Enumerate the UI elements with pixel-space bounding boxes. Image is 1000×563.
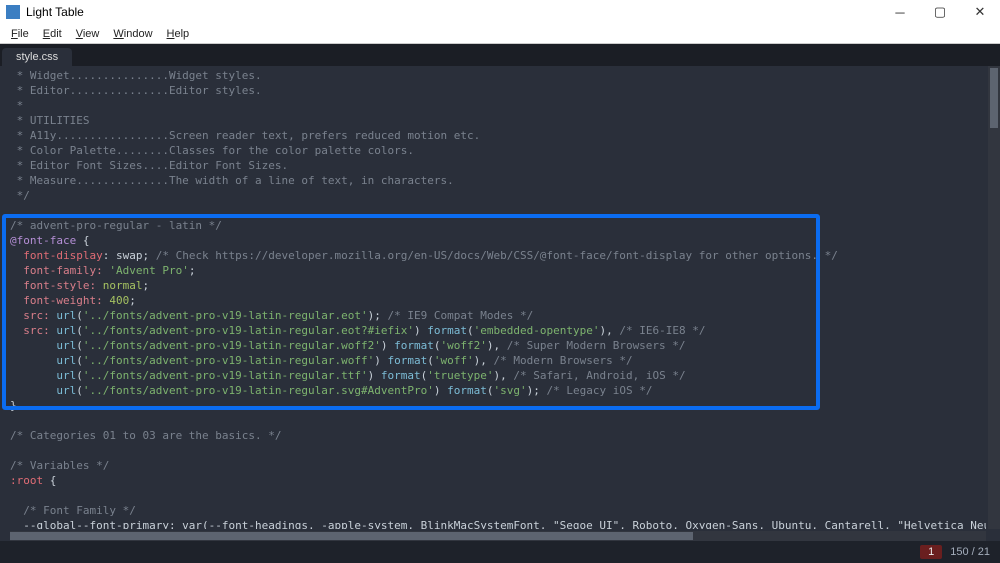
menu-edit[interactable]: Edit [36,28,69,40]
maximize-button[interactable]: ▢ [920,0,960,24]
editor-area[interactable]: * Widget...............Widget styles. * … [0,66,1000,541]
window-title: Light Table [26,5,84,19]
menu-view[interactable]: View [69,28,107,40]
menu-window[interactable]: Window [106,28,159,40]
window-titlebar: Light Table ─ ▢ ✕ [0,0,1000,24]
tab-stylecss[interactable]: style.css [2,48,72,66]
cursor-position: 150 / 21 [950,546,990,558]
code-view[interactable]: * Widget...............Widget styles. * … [10,68,986,529]
menubar: File Edit View Window Help [0,24,1000,44]
statusbar: 1 150 / 21 [0,541,1000,563]
error-count[interactable]: 1 [920,545,942,559]
vertical-scrollbar[interactable] [988,66,1000,529]
menu-file[interactable]: File [4,28,36,40]
minimize-button[interactable]: ─ [880,0,920,24]
close-button[interactable]: ✕ [960,0,1000,24]
horizontal-scroll-thumb[interactable] [10,532,693,540]
vertical-scroll-thumb[interactable] [990,68,998,128]
menu-help[interactable]: Help [160,28,197,40]
app-icon [6,5,20,19]
horizontal-scrollbar[interactable] [10,531,986,541]
tabstrip: style.css [0,44,1000,66]
